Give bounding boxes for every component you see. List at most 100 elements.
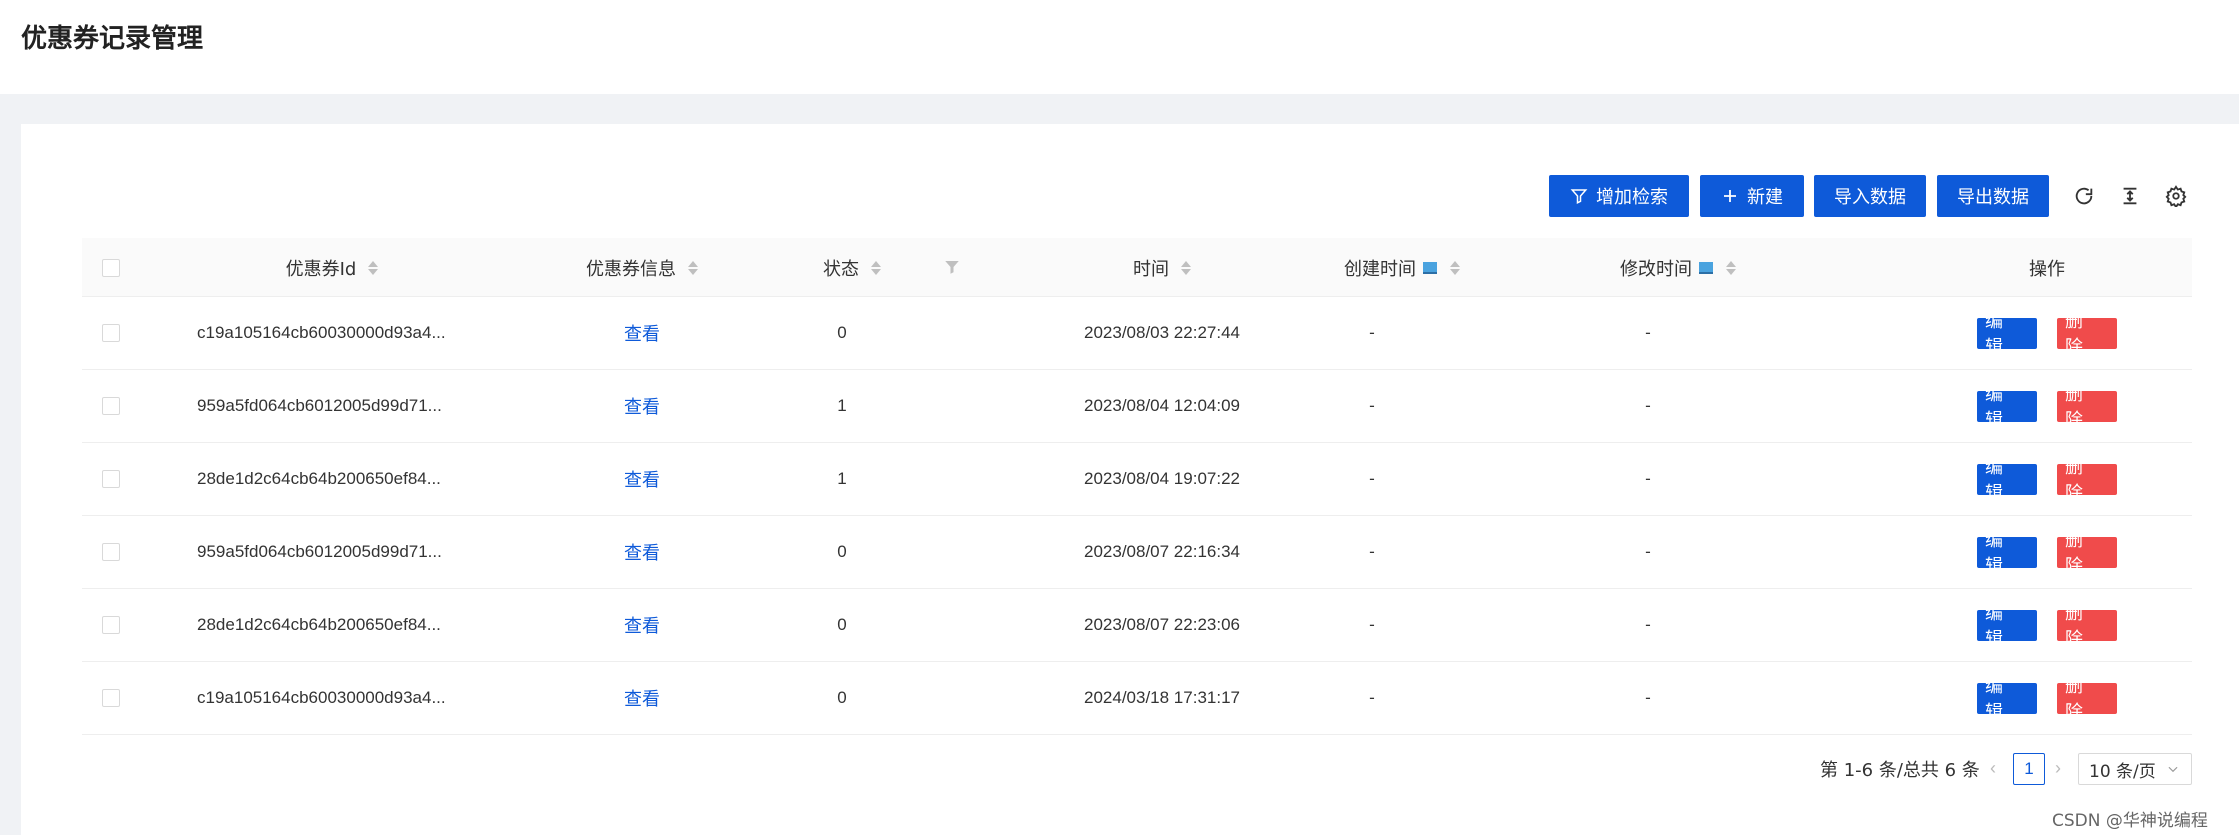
book-icon — [1699, 261, 1713, 274]
settings-gear-icon[interactable] — [2164, 184, 2188, 208]
col-header-id-label: 优惠券Id — [285, 258, 357, 280]
page-number-current[interactable]: 1 — [2013, 753, 2045, 785]
col-header-info[interactable]: 优惠券信息 — [522, 238, 762, 297]
row-checkbox-cell[interactable] — [100, 516, 122, 588]
select-all-checkbox-cell[interactable] — [100, 238, 122, 297]
view-link[interactable]: 查看 — [624, 466, 660, 492]
sort-icon[interactable] — [368, 260, 379, 275]
time-cell: 2023/08/04 19:07:22 — [1084, 469, 1240, 488]
row-checkbox-cell[interactable] — [100, 297, 122, 369]
table-row: c19a105164cb60030000d93a4... 查看 0 2024/0… — [82, 662, 2192, 735]
view-link[interactable]: 查看 — [624, 393, 660, 419]
row-checkbox[interactable] — [102, 689, 120, 707]
view-link[interactable]: 查看 — [624, 685, 660, 711]
coupon-id-cell: 28de1d2c64cb64b200650ef84... — [197, 615, 441, 634]
sort-icon[interactable] — [1450, 260, 1460, 275]
coupon-id-cell: 28de1d2c64cb64b200650ef84... — [197, 469, 441, 488]
status-cell: 1 — [837, 396, 847, 415]
export-button[interactable]: 导出数据 — [1937, 175, 2049, 217]
actions-cell: 编 辑 删 除 — [1932, 516, 2162, 588]
sort-icon[interactable] — [1181, 260, 1191, 275]
view-link[interactable]: 查看 — [624, 320, 660, 346]
page-header: 优惠券记录管理 — [0, 0, 2239, 94]
sort-icon[interactable] — [1726, 260, 1736, 275]
created-cell: - — [1369, 542, 1375, 561]
row-checkbox-cell[interactable] — [100, 370, 122, 442]
modified-cell: - — [1645, 688, 1651, 707]
time-cell: 2024/03/18 17:31:17 — [1084, 688, 1240, 707]
coupon-info-cell: 查看 — [582, 370, 702, 442]
time-cell: 2023/08/07 22:23:06 — [1084, 615, 1240, 634]
col-header-created[interactable]: 创建时间 — [1282, 238, 1522, 297]
coupon-info-cell: 查看 — [582, 662, 702, 734]
time-cell: 2023/08/07 22:16:34 — [1084, 542, 1240, 561]
col-header-created-label: 创建时间 — [1344, 258, 1416, 280]
page-size-label: 10 条/页 — [2089, 761, 2156, 782]
status-cell: 0 — [837, 615, 847, 634]
row-checkbox[interactable] — [102, 397, 120, 415]
delete-button[interactable]: 删 除 — [2057, 676, 2117, 723]
page-size-select[interactable]: 10 条/页 — [2078, 753, 2192, 785]
edit-button[interactable]: 编 辑 — [1977, 457, 2037, 504]
next-page-icon[interactable]: › — [2055, 758, 2061, 779]
status-filter-icon[interactable] — [943, 258, 961, 276]
created-cell: - — [1369, 469, 1375, 488]
row-checkbox-cell[interactable] — [100, 589, 122, 661]
col-header-status-label: 状态 — [823, 258, 859, 280]
plus-icon — [1724, 190, 1736, 202]
created-cell: - — [1369, 396, 1375, 415]
time-cell: 2023/08/03 22:27:44 — [1084, 323, 1240, 342]
row-checkbox[interactable] — [102, 616, 120, 634]
delete-button[interactable]: 删 除 — [2057, 603, 2117, 650]
new-button[interactable]: 新建 — [1700, 175, 1804, 217]
status-cell: 0 — [837, 542, 847, 561]
select-all-checkbox[interactable] — [102, 258, 120, 277]
modified-cell: - — [1645, 542, 1651, 561]
actions-cell: 编 辑 删 除 — [1932, 589, 2162, 661]
edit-button[interactable]: 编 辑 — [1977, 676, 2037, 723]
export-label: 导出数据 — [1957, 187, 2029, 208]
import-label: 导入数据 — [1834, 187, 1906, 208]
col-header-modified-label: 修改时间 — [1620, 258, 1692, 280]
coupon-id-cell: 959a5fd064cb6012005d99d71... — [197, 396, 442, 415]
coupon-id-cell: c19a105164cb60030000d93a4... — [197, 323, 446, 342]
watermark: CSDN @华神说编程 — [2052, 811, 2208, 831]
col-header-status[interactable]: 状态 — [782, 238, 922, 297]
row-checkbox[interactable] — [102, 543, 120, 561]
view-link[interactable]: 查看 — [624, 539, 660, 565]
modified-cell: - — [1645, 615, 1651, 634]
col-header-modified[interactable]: 修改时间 — [1558, 238, 1798, 297]
delete-button[interactable]: 删 除 — [2057, 311, 2117, 358]
prev-page-icon[interactable]: ‹ — [1990, 758, 1996, 779]
col-header-id[interactable]: 优惠券Id — [212, 238, 452, 297]
import-button[interactable]: 导入数据 — [1814, 175, 1926, 217]
modified-cell: - — [1645, 396, 1651, 415]
row-checkbox-cell[interactable] — [100, 443, 122, 515]
sort-icon[interactable] — [688, 260, 698, 275]
reload-icon[interactable] — [2072, 184, 2096, 208]
edit-button[interactable]: 编 辑 — [1977, 603, 2037, 650]
page-title: 优惠券记录管理 — [21, 24, 204, 54]
edit-button[interactable]: 编 辑 — [1977, 384, 2037, 431]
row-checkbox[interactable] — [102, 324, 120, 342]
delete-button[interactable]: 删 除 — [2057, 457, 2117, 504]
add-search-button[interactable]: 增加检索 — [1549, 175, 1689, 217]
coupon-info-cell: 查看 — [582, 516, 702, 588]
sort-icon[interactable] — [871, 260, 881, 275]
created-cell: - — [1369, 323, 1375, 342]
row-checkbox[interactable] — [102, 470, 120, 488]
status-cell: 1 — [837, 469, 847, 488]
row-checkbox-cell[interactable] — [100, 662, 122, 734]
delete-button[interactable]: 删 除 — [2057, 530, 2117, 577]
col-header-time[interactable]: 时间 — [1042, 238, 1282, 297]
edit-button[interactable]: 编 辑 — [1977, 530, 2037, 577]
actions-cell: 编 辑 删 除 — [1932, 297, 2162, 369]
edit-button[interactable]: 编 辑 — [1977, 311, 2037, 358]
density-icon[interactable] — [2118, 184, 2142, 208]
modified-cell: - — [1645, 323, 1651, 342]
view-link[interactable]: 查看 — [624, 612, 660, 638]
coupon-id-cell: c19a105164cb60030000d93a4... — [197, 688, 446, 707]
delete-button[interactable]: 删 除 — [2057, 384, 2117, 431]
col-header-actions: 操作 — [1962, 238, 2132, 297]
col-header-info-label: 优惠券信息 — [586, 258, 676, 280]
